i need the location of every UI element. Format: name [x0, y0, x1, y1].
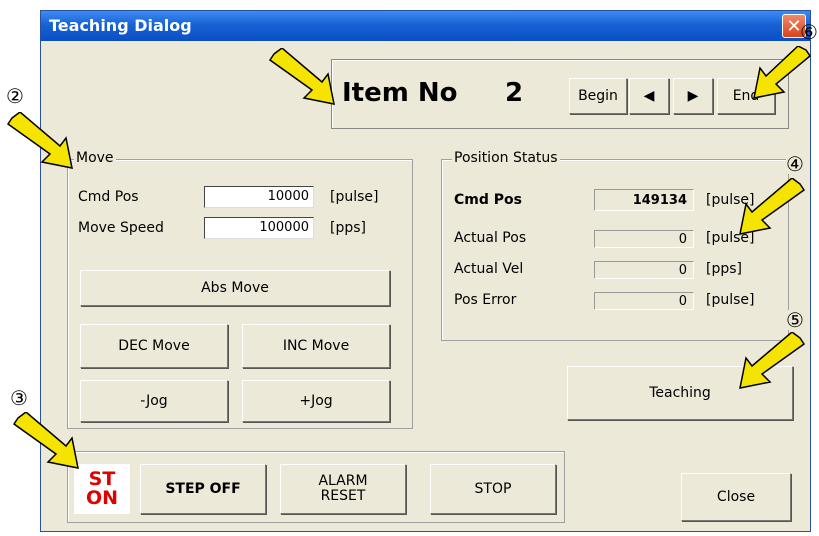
jog-plus-button[interactable]: +Jog	[242, 380, 390, 422]
servo-control-group: ST ON STEP OFF ALARM RESET STOP	[67, 451, 565, 523]
move-speed-label: Move Speed	[78, 220, 164, 236]
previous-item-button[interactable]: ◀	[629, 78, 669, 114]
move-speed-input[interactable]: 100000	[204, 217, 314, 239]
window-title: Teaching Dialog	[49, 16, 192, 35]
cmd-pos-label: Cmd Pos	[78, 189, 139, 205]
title-bar: Teaching Dialog ✕	[41, 11, 810, 41]
pos-error-value: 0	[594, 292, 694, 310]
step-off-button[interactable]: STEP OFF	[140, 464, 266, 514]
left-arrow-icon: ◀	[643, 88, 655, 104]
callout-arrow-4	[739, 178, 806, 235]
callout-arrow-6	[753, 46, 812, 99]
callout-marker-4: ④	[786, 152, 804, 176]
teaching-dialog-window: Teaching Dialog ✕ Item No 2 Begin ◀ ▶ En…	[40, 10, 811, 532]
position-status-title: Position Status	[452, 150, 560, 166]
actual-vel-label: Actual Vel	[454, 261, 524, 277]
right-arrow-icon: ▶	[687, 88, 699, 104]
actual-vel-unit: [pps]	[706, 261, 742, 277]
inc-move-button[interactable]: INC Move	[242, 324, 390, 368]
pos-error-unit: [pulse]	[706, 292, 755, 308]
callout-marker-6: ⑥	[800, 20, 818, 44]
actual-vel-value: 0	[594, 261, 694, 279]
item-number-panel: Item No 2 Begin ◀ ▶ End	[331, 59, 789, 129]
alarm-reset-line-2: RESET	[320, 488, 366, 504]
servo-on-indicator[interactable]: ST ON	[74, 464, 130, 514]
callout-marker-2: ②	[6, 84, 24, 108]
jog-minus-button[interactable]: -Jog	[80, 380, 228, 422]
callout-arrow-5	[739, 332, 806, 389]
servo-on-text-bottom: ON	[85, 487, 119, 509]
pos-error-label: Pos Error	[454, 292, 517, 308]
next-item-button[interactable]: ▶	[673, 78, 713, 114]
dec-move-button[interactable]: DEC Move	[80, 324, 228, 368]
move-speed-unit: [pps]	[330, 220, 366, 236]
callout-arrow-2	[6, 112, 73, 169]
actual-pos-label: Actual Pos	[454, 230, 527, 246]
cmd-pos-unit: [pulse]	[330, 189, 379, 205]
move-group: Move Cmd Pos 10000 [pulse] Move Speed 10…	[67, 150, 413, 429]
alarm-reset-line-1: ALARM	[318, 473, 368, 489]
callout-marker-5: ⑤	[786, 308, 804, 332]
callout-arrow-3	[12, 412, 79, 469]
stop-button[interactable]: STOP	[430, 464, 556, 514]
item-no-value: 2	[505, 78, 524, 108]
item-no-label: Item No	[342, 78, 458, 108]
abs-move-button[interactable]: Abs Move	[80, 270, 390, 306]
begin-button[interactable]: Begin	[569, 78, 627, 114]
status-cmd-pos-label: Cmd Pos	[454, 192, 522, 208]
callout-marker-3: ③	[10, 386, 28, 410]
status-cmd-pos-value: 149134	[594, 189, 694, 211]
callout-arrow-1	[268, 48, 335, 105]
actual-pos-value: 0	[594, 230, 694, 248]
move-group-title: Move	[74, 150, 116, 166]
cmd-pos-input[interactable]: 10000	[204, 186, 314, 208]
close-button[interactable]: Close	[681, 473, 791, 521]
alarm-reset-button[interactable]: ALARM RESET	[280, 464, 406, 514]
